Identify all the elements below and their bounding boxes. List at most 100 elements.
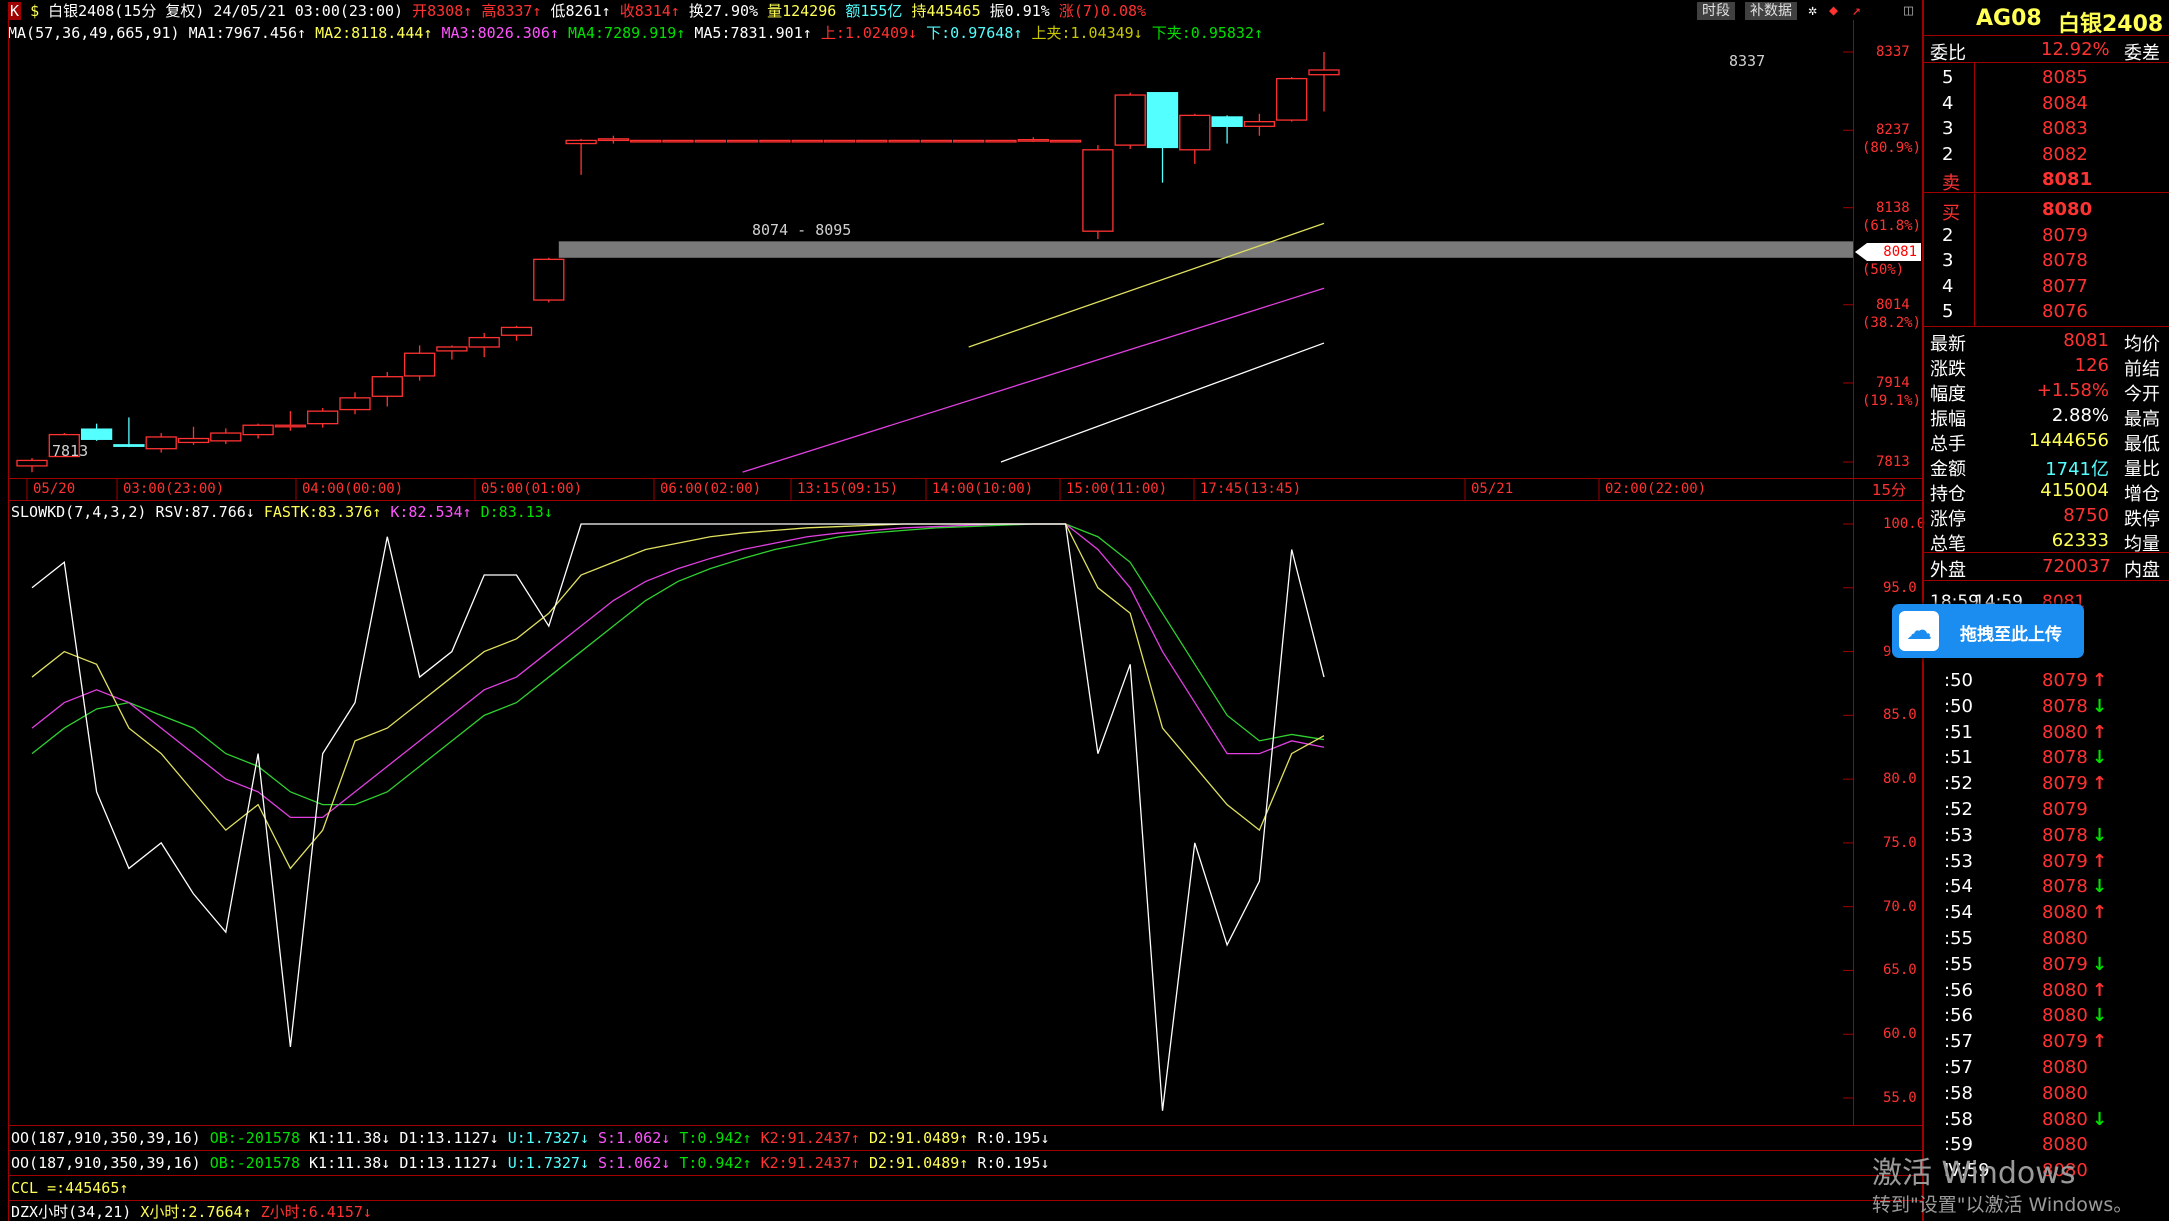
candle <box>1017 137 1049 142</box>
candle-body <box>1017 138 1049 142</box>
candle-body <box>436 346 468 352</box>
tick-row[interactable]: :53 8079 ↑ <box>1924 849 2169 874</box>
bid-row-cell: 8077 <box>2042 275 2088 297</box>
cloud-upload-icon: ☁ <box>1899 611 1939 651</box>
indicator-u: U:1.7327↓ <box>507 1154 599 1172</box>
ask-row[interactable]: 2 8082 <box>1924 142 2169 167</box>
candle-body <box>985 139 1017 143</box>
stat-row[interactable]: 持仓 415004 增仓 <box>1924 478 2169 505</box>
kd-tick-label: 60.0 <box>1883 1026 1917 1043</box>
activation-watermark-title: 激活 Windows <box>1872 1156 2076 1191</box>
stat-row[interactable]: 总笔 62333 均量 <box>1924 528 2169 555</box>
tick-row-cell: :55 <box>1944 928 1973 949</box>
ask-row-cell: 8084 <box>2042 92 2088 114</box>
candle <box>1243 113 1276 136</box>
dzx-name: DZX小时(34,21) <box>11 1203 132 1221</box>
candle-body <box>1114 94 1146 146</box>
ask-row[interactable]: 4 8084 <box>1924 91 2169 116</box>
kd-tick-label: 70.0 <box>1883 898 1917 915</box>
tick-row[interactable]: :50 8079 ↑ <box>1924 668 2169 693</box>
bid-row[interactable]: 2 8079 <box>1924 223 2169 248</box>
candle-body <box>16 459 48 467</box>
stat-row-cell: 8750 <box>2063 505 2109 526</box>
bid-row[interactable]: 4 8077 <box>1924 274 2169 299</box>
candle-body <box>274 424 307 428</box>
ask-row-cell: 8082 <box>2042 143 2088 165</box>
period-label[interactable]: 15分 <box>1872 481 1906 499</box>
tick-row[interactable]: :56 8080 ↓ <box>1924 1003 2169 1028</box>
ask-row-cell: 2 <box>1942 143 1954 165</box>
candle-body <box>856 139 888 143</box>
candle <box>597 135 630 144</box>
bid-row[interactable]: 3 8078 <box>1924 248 2169 273</box>
price-chart-svg[interactable] <box>0 0 1922 1221</box>
fastk-line <box>31 523 1325 870</box>
tick-row[interactable]: :57 8079 ↑ <box>1924 1029 2169 1054</box>
outer-value: 720037 <box>2042 556 2111 577</box>
stat-row[interactable]: 振幅 2.88% 最高 <box>1924 403 2169 430</box>
tick-row[interactable]: :53 8078 ↓ <box>1924 823 2169 848</box>
upload-button[interactable]: ☁ 拖拽至此上传 <box>1892 604 2084 658</box>
bid-row-cell: 8078 <box>2042 250 2088 271</box>
kd-tick-label: 55.0 <box>1883 1090 1917 1106</box>
candle-body <box>920 139 953 143</box>
bid-row[interactable]: 5 8076 <box>1924 299 2169 324</box>
tick-row[interactable]: :58 8080 ↓ <box>1924 1107 2169 1132</box>
stat-row-cell: 126 <box>2074 355 2109 376</box>
tick-row[interactable]: :51 8080 ↑ <box>1924 720 2169 745</box>
stat-row[interactable]: 涨跌 126 前结 <box>1924 353 2169 380</box>
tick-row[interactable]: :55 8079 ↓ <box>1924 952 2169 977</box>
tick-row-cell: ↓ <box>2092 824 2108 846</box>
tick-row[interactable]: :52 8079 ↑ <box>1924 771 2169 796</box>
stat-row[interactable]: 幅度 +1.58% 今开 <box>1924 378 2169 405</box>
time-tick-label: 04:00(00:00) <box>302 481 404 497</box>
ask-row[interactable]: 5 8085 <box>1924 65 2169 90</box>
indicator-s: S:1.062↓ <box>598 1129 680 1147</box>
tick-row[interactable]: :58 8080 <box>1924 1081 2169 1106</box>
tick-row[interactable]: :52 8079 <box>1924 797 2169 822</box>
kline-chart-area[interactable]: K $ 白银2408(15分 复权) 24/05/21 03:00(23:00)… <box>0 0 1926 1221</box>
tick-row-cell: 8080 <box>2042 979 2088 1001</box>
stat-row[interactable]: 金额 1741亿 量比 <box>1924 453 2169 480</box>
tick-row-cell: 8080 <box>2042 928 2088 949</box>
candle-body <box>1211 116 1243 127</box>
kd-tick-label: 100.0 <box>1883 516 1926 532</box>
bid-row[interactable]: 买 8080 <box>1924 197 2169 224</box>
ccl-row: CCL =:445465↑ <box>11 1179 129 1197</box>
tick-row-cell: :50 <box>1944 670 1973 691</box>
tick-row-cell: ↑ <box>2092 979 2108 1001</box>
tick-row-cell: :57 <box>1944 1057 1973 1078</box>
ask-row[interactable]: 卖 8081 <box>1924 167 2169 194</box>
time-tick-label: 13:15(09:15) <box>797 481 899 497</box>
tick-row[interactable]: :56 8080 ↑ <box>1924 978 2169 1003</box>
tick-row-cell: ↑ <box>2092 850 2108 872</box>
candle-body <box>210 432 242 442</box>
bid-row-cell: 买 <box>1942 203 1960 224</box>
stat-row[interactable]: 总手 1444656 最低 <box>1924 428 2169 455</box>
tick-row-cell: :53 <box>1944 850 1973 872</box>
tick-row[interactable]: :54 8078 ↓ <box>1924 874 2169 899</box>
ask-row[interactable]: 3 8083 <box>1924 116 2169 141</box>
indicator-ob: OB:-201578 <box>209 1129 310 1147</box>
candle <box>210 428 242 445</box>
tick-row[interactable]: :54 8080 ↑ <box>1924 900 2169 925</box>
indicator-k1: K1:11.38↓ <box>309 1129 400 1147</box>
indicator-row: OO(187,910,350,39,16) OB:-201578 K1:11.3… <box>11 1129 1050 1147</box>
bid-row-cell: 2 <box>1942 224 1954 246</box>
time-tick-label: 15:00(11:00) <box>1066 481 1168 497</box>
stat-row[interactable]: 最新 8081 均价 <box>1924 328 2169 355</box>
tick-row[interactable]: :51 8078 ↓ <box>1924 745 2169 770</box>
stat-row[interactable]: 涨停 8750 跌停 <box>1924 503 2169 530</box>
candle <box>403 345 436 381</box>
tick-row[interactable]: :55 8080 <box>1924 926 2169 951</box>
stat-row-cell: 1444656 <box>2028 430 2109 451</box>
tick-row[interactable]: :57 8080 <box>1924 1055 2169 1080</box>
ask-row-cell: 4 <box>1942 92 1954 114</box>
price-tick-label: 8014 <box>1876 296 1910 313</box>
tick-row-cell: :58 <box>1944 1108 1973 1130</box>
tick-row-cell: 8080 <box>2042 1082 2088 1104</box>
candle <box>1146 92 1179 183</box>
candle-body <box>1308 69 1340 76</box>
tick-row[interactable]: :50 8078 ↓ <box>1924 694 2169 719</box>
candle-body <box>662 139 694 143</box>
